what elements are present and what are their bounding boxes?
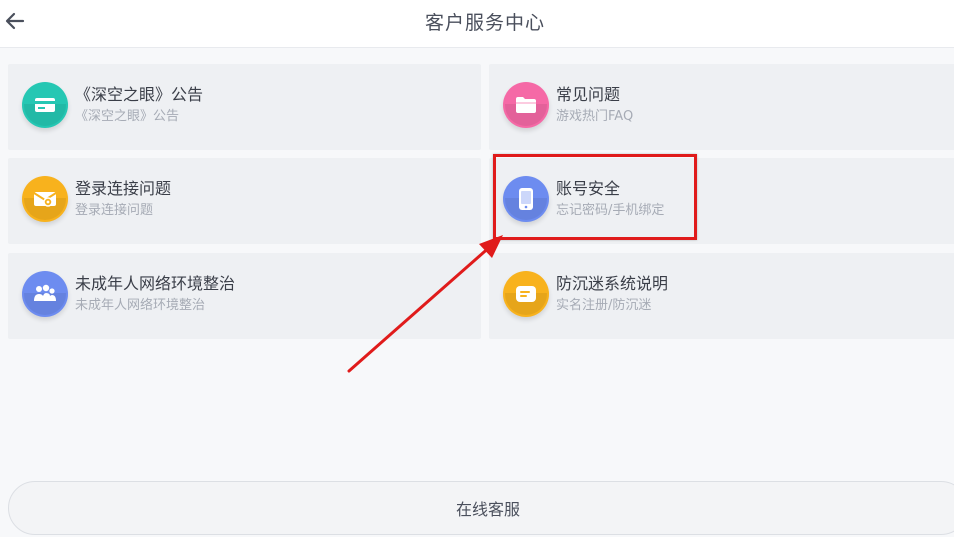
card-faq[interactable]: 常见问题 游戏热门FAQ xyxy=(489,64,954,150)
card-subtitle: 《深空之眼》公告 xyxy=(75,109,180,124)
card-title: 防沉迷系统说明 xyxy=(556,274,669,293)
folder-icon xyxy=(503,82,549,128)
card-subtitle: 忘记密码/手机绑定 xyxy=(556,203,665,218)
card-minor-protection[interactable]: 未成年人网络环境整治 未成年人网络环境整治 xyxy=(8,253,481,339)
card-subtitle: 实名注册/防沉迷 xyxy=(556,298,652,313)
users-icon xyxy=(22,271,68,317)
page-title: 客户服务中心 xyxy=(424,12,545,34)
message-icon xyxy=(503,271,549,317)
card-title: 常见问题 xyxy=(556,85,621,104)
card-subtitle: 游戏热门FAQ xyxy=(556,109,634,124)
card-announcement[interactable]: 《深空之眼》公告 《深空之眼》公告 xyxy=(8,64,481,150)
card-login-connection[interactable]: 登录连接问题 登录连接问题 xyxy=(8,158,481,244)
card-subtitle: 登录连接问题 xyxy=(75,203,154,218)
card-title: 未成年人网络环境整治 xyxy=(75,274,236,293)
card-account-security[interactable]: 账号安全 忘记密码/手机绑定 xyxy=(489,158,954,244)
card-title: 《深空之眼》公告 xyxy=(75,85,204,104)
phone-icon xyxy=(503,176,549,222)
card-icon xyxy=(22,82,68,128)
card-anti-addiction[interactable]: 防沉迷系统说明 实名注册/防沉迷 xyxy=(489,253,954,339)
card-subtitle: 未成年人网络环境整治 xyxy=(75,298,206,313)
card-title: 账号安全 xyxy=(556,179,621,198)
online-support-button[interactable]: 在线客服 xyxy=(8,481,954,535)
card-title: 登录连接问题 xyxy=(75,179,172,198)
header-bar: 客户服务中心 xyxy=(0,0,954,48)
envelope-icon xyxy=(22,176,68,222)
